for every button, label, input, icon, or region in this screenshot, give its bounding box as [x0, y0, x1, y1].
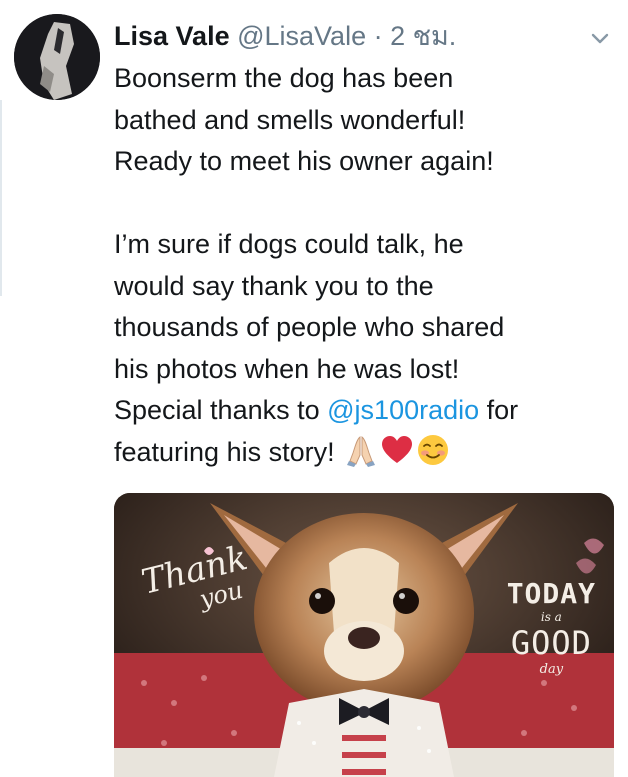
red-heart-icon	[380, 433, 414, 467]
mention-link[interactable]: @js100radio	[327, 395, 479, 425]
overlay-text: day	[539, 662, 564, 677]
chevron-down-icon[interactable]	[586, 26, 614, 50]
divider-line	[0, 100, 2, 296]
tweet-text-segment: featuring his story!	[114, 436, 343, 467]
tweet-line: Ready to meet his owner again!	[114, 146, 494, 176]
author-name[interactable]: Lisa Vale	[114, 21, 230, 51]
folded-hands-icon	[344, 433, 378, 467]
tweet-line: featuring his story!	[114, 432, 614, 474]
tweet-line: bathed and smells wonderful!	[114, 104, 466, 135]
today-good-day-overlay: TODAY is a GOOD day	[507, 577, 596, 677]
overlay-text: TODAY	[506, 577, 596, 610]
tweet-line: would say thank you to the	[114, 270, 434, 301]
tweet-line: his photos when he was lost!	[114, 353, 460, 384]
tweet-line: Special thanks to @js100radio for	[114, 390, 614, 432]
tweet-text-segment: for	[479, 395, 519, 425]
header-separator: ·	[373, 21, 383, 51]
tweet-timestamp[interactable]: 2 ชม.	[390, 21, 456, 51]
tweet-line: I’m sure if dogs could talk, he	[114, 229, 464, 259]
tweet-text: Boonserm the dog has been bathed and sme…	[114, 58, 614, 473]
overlay-text: GOOD	[510, 624, 592, 662]
smiling-face-icon	[416, 433, 450, 467]
avatar[interactable]	[14, 14, 100, 100]
tweet-media-photo[interactable]: Thank you TODAY is a GOOD day	[114, 493, 614, 777]
author-handle[interactable]: @LisaVale	[237, 21, 366, 51]
overlay-text: is a	[540, 610, 562, 624]
tweet-line: thousands of people who shared	[114, 312, 505, 342]
tweet-text-segment: Special thanks to	[114, 395, 328, 425]
tweet-line: Boonserm the dog has been	[114, 63, 454, 93]
tweet-header: Lisa Vale @LisaVale · 2 ชม.	[114, 18, 456, 54]
